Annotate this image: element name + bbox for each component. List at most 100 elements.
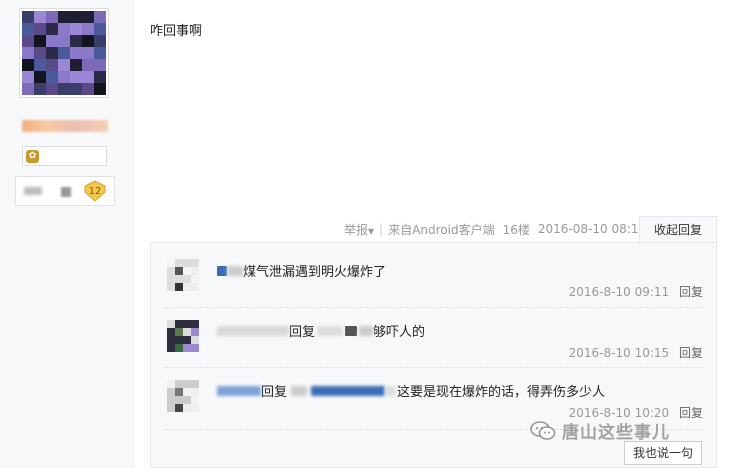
username-blurred[interactable] [385, 385, 396, 396]
avatar-pixel [167, 267, 175, 275]
avatar-pixel [22, 23, 34, 35]
avatar-pixel [94, 11, 106, 23]
avatar-pixel [183, 396, 191, 404]
avatar-pixel [183, 404, 191, 412]
username-blurred[interactable] [291, 385, 308, 396]
avatar-pixel [191, 396, 199, 404]
avatar-pixel [191, 259, 199, 267]
avatar-pixel [175, 380, 183, 388]
avatar-pixel [34, 35, 46, 47]
wechat-icon [530, 420, 556, 440]
avatar-pixel [191, 380, 199, 388]
avatar-pixel [58, 71, 70, 83]
username-blurred[interactable] [217, 265, 227, 276]
avatar-pixel [94, 83, 106, 95]
avatar-pixel [175, 267, 183, 275]
avatar-pixel [22, 47, 34, 59]
avatar-pixel [175, 328, 183, 336]
reply-button[interactable]: 回复 [679, 285, 703, 299]
avatar-pixel [70, 11, 82, 23]
avatar-pixel [70, 71, 82, 83]
avatar-pixel [22, 83, 34, 95]
avatar-pixel [191, 344, 199, 352]
avatar-pixel [34, 59, 46, 71]
avatar-pixel [167, 336, 175, 344]
reply-content: 煤气泄漏遇到明火爆炸了 [217, 261, 386, 280]
username-blurred[interactable] [217, 385, 261, 396]
avatar-pixel [34, 23, 46, 35]
avatar-pixel [34, 11, 46, 23]
avatar-pixel [167, 396, 175, 404]
avatar-pixel [183, 275, 191, 283]
reply-button[interactable]: 回复 [679, 346, 703, 360]
avatar-pixel [22, 71, 34, 83]
avatar-pixel [167, 275, 175, 283]
avatar-pixel [167, 344, 175, 352]
avatar-pixel [175, 336, 183, 344]
level-badge-icon: 12 [84, 180, 106, 202]
reply-item: 回复 够吓人的 2016-8-10 10:15 回复 [165, 318, 703, 366]
user-info-column: ✿ 12 [0, 0, 134, 468]
avatar-pixel [58, 35, 70, 47]
avatar-pixel [46, 59, 58, 71]
avatar-pixel [167, 283, 175, 291]
username-blurred[interactable] [227, 265, 243, 276]
avatar-pixel [94, 47, 106, 59]
user-avatar[interactable] [19, 8, 109, 98]
avatar-pixel [46, 71, 58, 83]
avatar-pixel [183, 320, 191, 328]
avatar-pixel [46, 11, 58, 23]
username-blurred[interactable] [217, 325, 289, 336]
avatar-pixel [70, 35, 82, 47]
report-link[interactable]: 举报▼ [344, 221, 374, 238]
avatar-pixel [70, 23, 82, 35]
avatar-pixel [175, 344, 183, 352]
avatar-pixel [46, 47, 58, 59]
post-source: 来自Android客户端 [388, 222, 495, 237]
collapse-replies-button[interactable]: 收起回复 [639, 216, 717, 243]
reply-time: 2016-8-10 09:11 [568, 285, 670, 299]
reply-divider [165, 367, 703, 368]
avatar-pixel [94, 71, 106, 83]
post-floor: 16楼 [502, 222, 530, 237]
avatar-pixel [191, 388, 199, 396]
reply-meta: 2016-8-10 10:15 回复 [569, 344, 703, 361]
avatar-pixel [191, 275, 199, 283]
reply-button[interactable]: 回复 [679, 406, 703, 420]
reply-text: 这要是现在爆炸的话，得弄伤多少人 [397, 385, 606, 400]
level-number: 12 [89, 186, 102, 197]
avatar-pixel [82, 71, 94, 83]
username-blurred[interactable] [22, 120, 108, 132]
avatar-mosaic [22, 11, 106, 95]
reply-prefix: 回复 [289, 325, 316, 340]
avatar-pixel [70, 83, 82, 95]
avatar-pixel [34, 71, 46, 83]
reply-avatar[interactable] [167, 380, 199, 412]
avatar-pixel [70, 47, 82, 59]
avatar-pixel [167, 320, 175, 328]
avatar-pixel [183, 283, 191, 291]
reply-text: 够吓人的 [373, 325, 426, 340]
avatar-pixel [175, 275, 183, 283]
avatar-pixel [183, 380, 191, 388]
say-something-button[interactable]: 我也说一句 [624, 441, 702, 465]
reply-avatar[interactable] [167, 259, 199, 291]
reply-content: 回复 够吓人的 [217, 321, 425, 340]
avatar-pixel [22, 35, 34, 47]
username-blurred[interactable] [359, 325, 374, 336]
avatar-pixel [94, 23, 106, 35]
avatar-pixel [167, 328, 175, 336]
user-badges: 12 [15, 176, 115, 206]
avatar-pixel [34, 47, 46, 59]
post-meta-bar: 举报▼ | 来自Android客户端 16楼 2016-08-10 08:13 [344, 220, 646, 238]
avatar-pixel [183, 259, 191, 267]
reply-meta: 2016-8-10 09:11 回复 [569, 283, 703, 300]
avatar-pixel [183, 344, 191, 352]
username-blurred[interactable] [311, 385, 386, 396]
username-blurred[interactable] [317, 325, 344, 336]
avatar-pixel [183, 388, 191, 396]
avatar-pixel [175, 404, 183, 412]
reply-avatar[interactable] [167, 320, 199, 352]
username-blurred[interactable] [345, 325, 358, 336]
caret-down-icon: ▼ [368, 226, 375, 236]
